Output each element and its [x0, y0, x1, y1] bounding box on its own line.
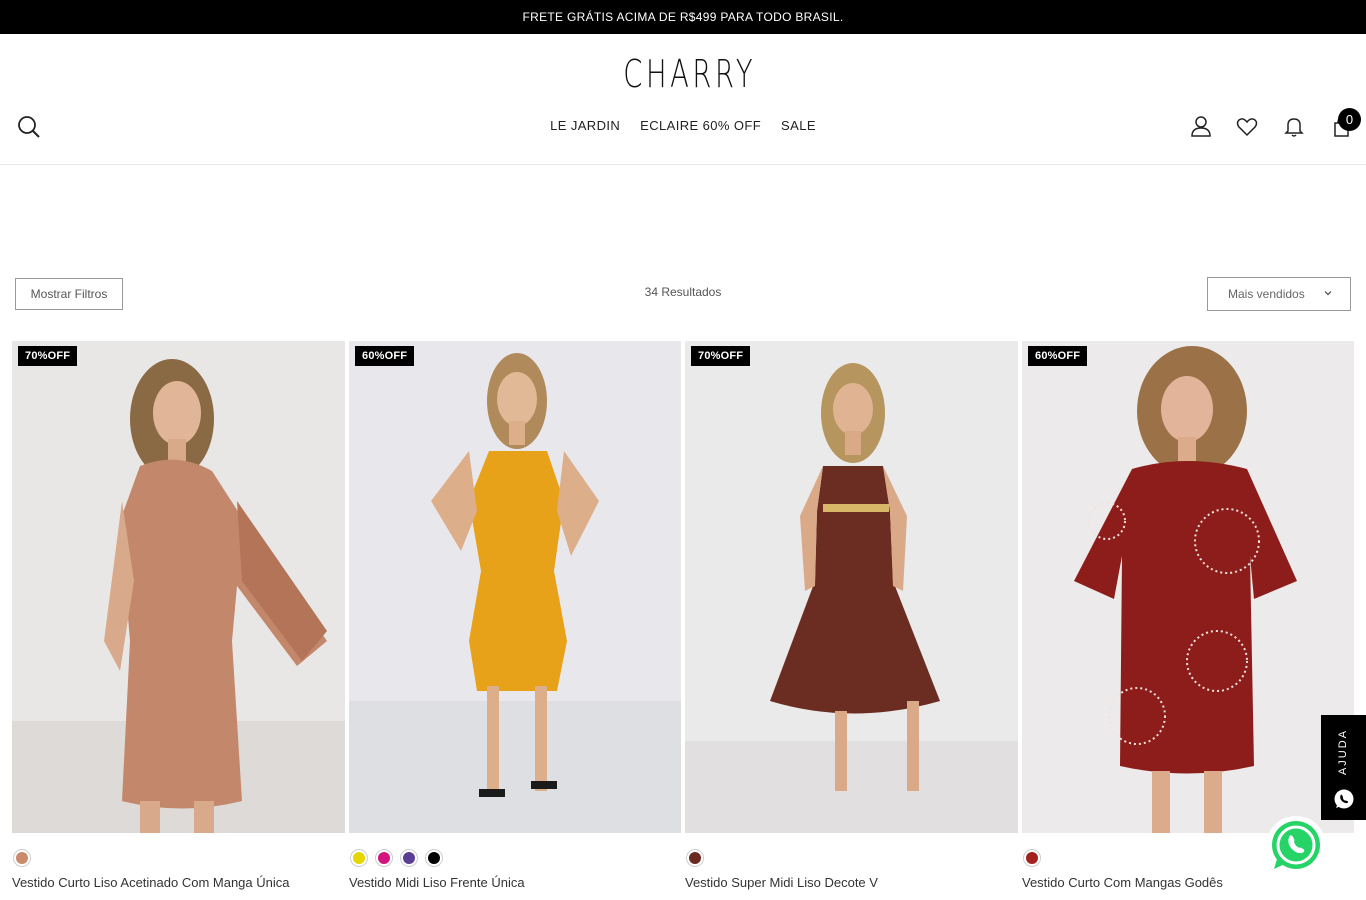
color-swatches [686, 849, 704, 867]
product-photo [12, 341, 345, 833]
sort-label: Mais vendidos [1228, 287, 1305, 301]
product-name[interactable]: Vestido Midi Liso Frente Única [349, 875, 525, 890]
product-card[interactable]: 70%OFF Vestido Super Midi Liso Decote V [685, 341, 1018, 890]
sort-select[interactable]: Mais vendidos [1207, 277, 1351, 311]
product-card[interactable]: 70%OFF Vestido Curto Liso Acetinado Com … [12, 341, 345, 890]
main-nav: LE JARDIN ECLAIRE 60% OFF SALE [0, 118, 1366, 133]
help-tab[interactable]: AJUDA [1321, 715, 1366, 820]
product-name[interactable]: Vestido Super Midi Liso Decote V [685, 875, 878, 890]
product-photo [1022, 341, 1354, 833]
whatsapp-chat-button[interactable] [1265, 815, 1327, 877]
color-swatch[interactable] [350, 849, 368, 867]
swatch-color [353, 852, 365, 864]
color-swatches [1023, 849, 1041, 867]
product-image[interactable]: 70%OFF [685, 341, 1018, 833]
product-card[interactable]: 60%OFF Vestido Midi Liso Frente Única [349, 341, 681, 890]
notifications-button[interactable] [1282, 114, 1306, 140]
discount-badge: 60%OFF [355, 346, 415, 366]
color-swatch[interactable] [1023, 849, 1041, 867]
discount-badge: 70%OFF [691, 346, 751, 366]
swatch-color [378, 852, 390, 864]
product-image[interactable]: 70%OFF [12, 341, 345, 833]
product-name[interactable]: Vestido Curto Liso Acetinado Com Manga Ú… [12, 875, 290, 890]
swatch-color [1026, 852, 1038, 864]
cart-count-badge: 0 [1338, 108, 1361, 131]
swatch-color [689, 852, 701, 864]
product-photo [349, 341, 681, 833]
swatch-color [428, 852, 440, 864]
whatsapp-icon [1334, 789, 1354, 809]
nav-eclaire-60-off[interactable]: ECLAIRE 60% OFF [640, 118, 761, 133]
color-swatches [13, 849, 31, 867]
discount-badge: 70%OFF [18, 346, 78, 366]
account-button[interactable] [1189, 114, 1213, 140]
chevron-down-icon [1324, 291, 1332, 296]
nav-le-jardin[interactable]: LE JARDIN [550, 118, 620, 133]
wishlist-button[interactable] [1235, 114, 1259, 140]
announcement-text: FRETE GRÁTIS ACIMA DE R$499 PARA TODO BR… [522, 10, 844, 24]
help-label: AJUDA [1337, 728, 1350, 776]
announcement-bar: FRETE GRÁTIS ACIMA DE R$499 PARA TODO BR… [0, 0, 1366, 34]
product-name[interactable]: Vestido Curto Com Mangas Godês [1022, 875, 1223, 890]
user-icon [1191, 116, 1211, 137]
color-swatch[interactable] [425, 849, 443, 867]
color-swatches [350, 849, 443, 867]
product-image[interactable]: 60%OFF [1022, 341, 1354, 833]
show-filters-button[interactable]: Mostrar Filtros [15, 278, 123, 310]
discount-badge: 60%OFF [1028, 346, 1088, 366]
help-label-wrap: AJUDA [1321, 723, 1366, 781]
swatch-color [16, 852, 28, 864]
product-card[interactable]: 60%OFF Vestido Curto Com Mangas Godês [1022, 341, 1354, 890]
color-swatch[interactable] [375, 849, 393, 867]
brand-logo[interactable]: CHARRY [623, 52, 752, 96]
color-swatch[interactable] [686, 849, 704, 867]
swatch-color [403, 852, 415, 864]
nav-sale[interactable]: SALE [781, 118, 816, 133]
product-photo [685, 341, 1018, 833]
bell-icon [1284, 118, 1304, 137]
product-image[interactable]: 60%OFF [349, 341, 681, 833]
color-swatch[interactable] [13, 849, 31, 867]
results-count: 34 Resultados [644, 285, 722, 299]
whatsapp-icon [1266, 816, 1326, 876]
site-header: CHARRY LE JARDIN ECLAIRE 60% OFF SALE 0 [0, 34, 1366, 165]
heart-icon [1236, 118, 1258, 137]
color-swatch[interactable] [400, 849, 418, 867]
